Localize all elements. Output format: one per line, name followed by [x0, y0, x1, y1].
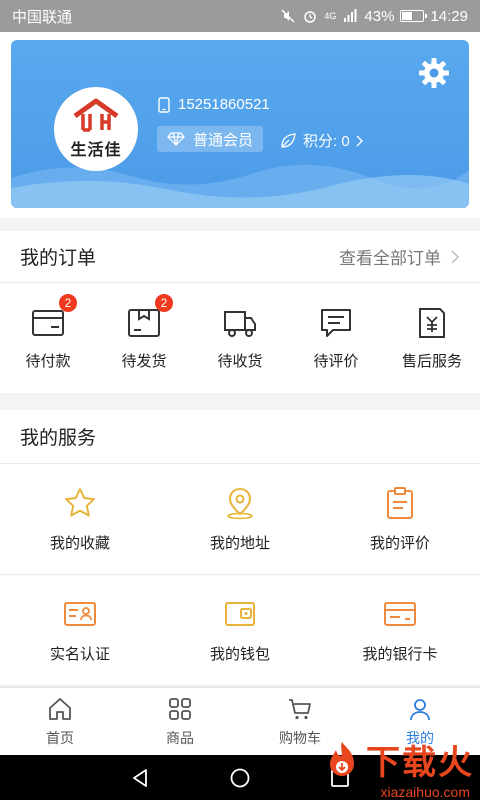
order-label: 待付款: [25, 352, 71, 370]
order-label: 待发货: [121, 352, 167, 370]
battery-percent: 43%: [364, 7, 395, 25]
network-type: 4G: [324, 11, 337, 21]
mute-icon: [280, 8, 296, 24]
services-title: 我的服务: [20, 428, 97, 449]
settings-gear-icon[interactable]: [418, 57, 450, 89]
house-logo-icon: [73, 98, 119, 132]
view-all-orders-link[interactable]: 查看全部订单: [339, 244, 460, 269]
package-icon: 2: [127, 293, 173, 340]
refund-icon: [415, 306, 449, 340]
tab-label: 首页: [46, 729, 74, 746]
phone-icon: [158, 96, 170, 113]
profile-section: 生活佳 15251860521 普通会员 积分: 0: [0, 32, 480, 218]
status-bar: 中国联通 4G 43% 14:29: [0, 0, 480, 32]
watermark: 下载火 xiazaihuo.com: [284, 735, 474, 800]
chevron-right-icon: [356, 135, 363, 146]
profile-card: 生活佳 15251860521 普通会员 积分: 0: [11, 40, 469, 208]
chevron-right-icon: [451, 249, 460, 264]
order-after-sales[interactable]: 售后服务: [384, 283, 480, 393]
battery-level: [402, 12, 412, 20]
battery-icon: [400, 10, 428, 22]
watermark-text: 下载火: [366, 744, 474, 782]
location-pin-icon: [227, 487, 253, 519]
service-label: 我的银行卡: [362, 645, 438, 663]
service-id-verification[interactable]: 实名认证: [0, 575, 160, 686]
wallet-icon: [225, 601, 255, 626]
tab-products[interactable]: 商品: [120, 688, 240, 755]
phone-row: 15251860521: [158, 96, 270, 113]
home-button-icon[interactable]: [229, 767, 251, 789]
orders-title: 我的订单: [20, 248, 97, 269]
leaf-icon: [281, 132, 296, 148]
orders-section: 我的订单 查看全部订单 2 待付款 2 待发货 待收货 待评价 售后服务: [0, 231, 480, 393]
order-pending-payment[interactable]: 2 待付款: [0, 283, 96, 393]
order-pending-review[interactable]: 待评价: [288, 283, 384, 393]
orders-row: 2 待付款 2 待发货 待收货 待评价 售后服务: [0, 283, 480, 393]
grid-icon: [169, 697, 191, 720]
order-label: 待评价: [313, 352, 359, 370]
orders-header: 我的订单 查看全部订单: [0, 231, 480, 283]
back-icon[interactable]: [129, 767, 151, 789]
clock: 14:29: [430, 7, 468, 25]
alarm-icon: [302, 8, 318, 24]
avatar-logo-text: 生活佳: [70, 142, 122, 159]
tab-label: 商品: [166, 729, 194, 746]
service-address[interactable]: 我的地址: [160, 464, 320, 575]
comment-icon: [319, 306, 353, 340]
order-pending-shipment[interactable]: 2 待发货: [96, 283, 192, 393]
service-label: 我的收藏: [49, 534, 110, 552]
avatar[interactable]: 生活佳: [54, 87, 138, 171]
tab-home[interactable]: 首页: [0, 688, 120, 755]
truck-icon: [223, 306, 257, 340]
status-icons: 4G 43% 14:29: [280, 8, 468, 25]
bank-card-icon: [384, 601, 416, 626]
service-bank-cards[interactable]: 我的银行卡: [320, 575, 480, 686]
points-label: 积分: 0: [303, 133, 350, 150]
star-icon: [65, 487, 95, 516]
service-label: 我的地址: [209, 534, 270, 552]
services-header: 我的服务: [0, 410, 480, 464]
service-label: 我的评价: [369, 534, 430, 552]
badge-count: 2: [59, 293, 77, 312]
member-badge[interactable]: 普通会员: [157, 126, 264, 152]
services-section: 我的服务 我的收藏 我的地址 我的评价 实名认证 我的钱包 我的银行卡: [0, 410, 480, 686]
points-link[interactable]: 积分: 0: [279, 130, 364, 151]
services-grid: 我的收藏 我的地址 我的评价 实名认证 我的钱包 我的银行卡: [0, 464, 480, 686]
clipboard-icon: [387, 486, 413, 519]
wallet-icon: 2: [31, 293, 77, 340]
badge-count: 2: [155, 293, 173, 312]
carrier-name: 中国联通: [12, 8, 73, 26]
service-wallet[interactable]: 我的钱包: [160, 575, 320, 686]
phone-number: 15251860521: [178, 96, 270, 113]
order-label: 待收货: [217, 352, 263, 370]
order-label: 售后服务: [401, 352, 462, 370]
home-icon: [49, 697, 71, 720]
diamond-icon: [167, 132, 185, 146]
flame-logo-icon: [330, 741, 354, 776]
service-label: 实名认证: [49, 645, 110, 663]
signal-icon: [342, 8, 358, 24]
service-favorites[interactable]: 我的收藏: [0, 464, 160, 575]
user-icon: [410, 698, 430, 720]
service-label: 我的钱包: [209, 645, 270, 663]
service-reviews[interactable]: 我的评价: [320, 464, 480, 575]
member-level: 普通会员: [193, 131, 254, 149]
watermark-url: xiazaihuo.com: [380, 784, 471, 800]
cart-icon: [289, 698, 311, 719]
order-pending-receipt[interactable]: 待收货: [192, 283, 288, 393]
id-card-icon: [64, 601, 96, 626]
view-all-orders-label: 查看全部订单: [339, 249, 441, 268]
